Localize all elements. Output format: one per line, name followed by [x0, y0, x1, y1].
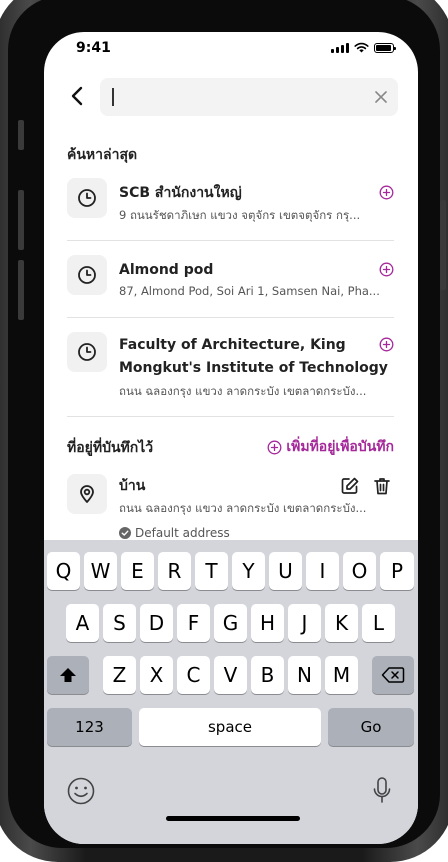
- location-pin-icon-box: [67, 474, 107, 514]
- clock-icon-box: [67, 332, 107, 372]
- location-pin-icon: [80, 485, 94, 503]
- battery-icon: [374, 42, 396, 53]
- recent-item[interactable]: Faculty of Architecture, King Mongkut's …: [67, 332, 394, 406]
- edit-icon[interactable]: [340, 476, 360, 496]
- check-circle-icon: [119, 527, 131, 539]
- saved-addresses-title: ที่อยู่ที่บันทึกไว้: [67, 440, 154, 456]
- emoji-icon[interactable]: [66, 776, 96, 806]
- app-screen: 9:41 ค้นหาล่าสุด S CB สำนักงานใหญ่ 9 ถนนร…: [44, 32, 418, 844]
- keyboard-row-4: 123 space Go: [44, 708, 418, 748]
- key-b[interactable]: B: [251, 656, 284, 694]
- shift-key[interactable]: [47, 656, 89, 694]
- status-time: 9:41: [76, 40, 111, 56]
- key-i[interactable]: I: [306, 552, 339, 590]
- key-h[interactable]: H: [251, 604, 284, 642]
- microphone-icon[interactable]: [372, 776, 392, 806]
- recent-item[interactable]: Almond pod 87, Almond Pod, Soi Ari 1, Sa…: [67, 255, 394, 305]
- search-input[interactable]: [100, 78, 398, 116]
- default-address-badge: Default address: [119, 526, 230, 540]
- key-y[interactable]: Y: [232, 552, 265, 590]
- clock-icon: [78, 266, 96, 284]
- key-a[interactable]: A: [66, 604, 99, 642]
- key-r[interactable]: R: [158, 552, 191, 590]
- key-v[interactable]: V: [214, 656, 247, 694]
- recent-item-subtitle: 87, Almond Pod, Soi Ari 1, Samsen Nai, P…: [119, 284, 380, 298]
- backspace-icon: [381, 667, 405, 683]
- trash-icon[interactable]: [372, 476, 392, 496]
- wifi-icon: [354, 42, 369, 53]
- recent-searches-title: ค้นหาล่าสุด: [67, 147, 138, 163]
- back-chevron-icon[interactable]: [66, 84, 90, 108]
- add-circle-icon[interactable]: [379, 262, 394, 277]
- volume-button: [18, 190, 24, 250]
- status-bar: 9:41: [44, 32, 418, 72]
- recent-item-title-line2: Mongkut's Institute of Technology: [119, 360, 388, 376]
- key-w[interactable]: W: [84, 552, 117, 590]
- key-z[interactable]: Z: [103, 656, 136, 694]
- key-e[interactable]: E: [121, 552, 154, 590]
- home-indicator: [166, 816, 300, 821]
- key-o[interactable]: O: [343, 552, 376, 590]
- divider: [67, 317, 394, 318]
- key-c[interactable]: C: [177, 656, 210, 694]
- status-icons: [331, 42, 396, 53]
- add-saved-address-link[interactable]: เพิ่มที่อยู่เพื่อบันทึก: [267, 436, 394, 458]
- volume-button: [18, 120, 24, 150]
- clear-icon[interactable]: [372, 88, 390, 106]
- recent-item-subtitle: 9 ถนนรัชดาภิเษก แขวง จตุจักร เขตจตุจักร …: [119, 208, 361, 222]
- numbers-key[interactable]: 123: [47, 708, 132, 746]
- saved-address-title: บ้าน: [119, 478, 146, 494]
- key-j[interactable]: J: [288, 604, 321, 642]
- key-l[interactable]: L: [362, 604, 395, 642]
- shift-icon: [60, 668, 76, 682]
- add-circle-icon[interactable]: [379, 185, 394, 200]
- saved-address-item[interactable]: บ้าน ถนน ฉลองกรุง แขวง ลาดกระบัง เขตลาดก…: [67, 474, 394, 524]
- text-cursor: [112, 88, 114, 106]
- key-m[interactable]: M: [325, 656, 358, 694]
- recent-item-subtitle: ถนน ฉลองกรุง แขวง ลาดกระบัง เขตลาดกระบัง…: [119, 384, 367, 398]
- key-d[interactable]: D: [140, 604, 173, 642]
- default-address-label: Default address: [135, 526, 230, 540]
- divider: [67, 416, 394, 417]
- key-u[interactable]: U: [269, 552, 302, 590]
- key-x[interactable]: X: [140, 656, 173, 694]
- key-k[interactable]: K: [325, 604, 358, 642]
- key-g[interactable]: G: [214, 604, 247, 642]
- clock-icon-box: [67, 178, 107, 218]
- recent-item[interactable]: SCB สำนักงานใหญ่ 9 ถนนรัชดาภิเษก แขวง จต…: [67, 178, 394, 228]
- saved-address-subtitle: ถนน ฉลองกรุง แขวง ลาดกระบัง เขตลาดกระบัง…: [119, 501, 367, 515]
- volume-button: [18, 260, 24, 320]
- signal-icon: [331, 42, 349, 53]
- key-p[interactable]: P: [380, 552, 414, 590]
- keyboard-row-2: A S D F G H J K L: [44, 604, 418, 644]
- clock-icon-box: [67, 255, 107, 295]
- power-button: [440, 200, 446, 290]
- on-screen-keyboard: Q W E R T Y U I O P A S D F G H J K L Z …: [44, 540, 418, 844]
- divider: [67, 240, 394, 241]
- recent-item-title: Almond pod: [119, 262, 214, 278]
- recent-item-title: SCB สำนักงานใหญ่: [119, 185, 242, 201]
- key-f[interactable]: F: [177, 604, 210, 642]
- add-circle-icon[interactable]: [379, 337, 394, 352]
- key-q[interactable]: Q: [47, 552, 80, 590]
- go-key[interactable]: Go: [328, 708, 414, 746]
- key-s[interactable]: S: [103, 604, 136, 642]
- keyboard-row-1: Q W E R T Y U I O P: [44, 552, 418, 592]
- delete-key[interactable]: [372, 656, 414, 694]
- clock-icon: [78, 189, 96, 207]
- clock-icon: [78, 343, 96, 361]
- add-saved-address-label: เพิ่มที่อยู่เพื่อบันทึก: [286, 439, 394, 455]
- add-circle-icon: [267, 440, 282, 454]
- recent-item-title: Faculty of Architecture, King: [119, 337, 346, 353]
- space-key[interactable]: space: [139, 708, 321, 746]
- keyboard-row-3: Z X C V B N M: [44, 656, 418, 696]
- key-n[interactable]: N: [288, 656, 321, 694]
- key-t[interactable]: T: [195, 552, 228, 590]
